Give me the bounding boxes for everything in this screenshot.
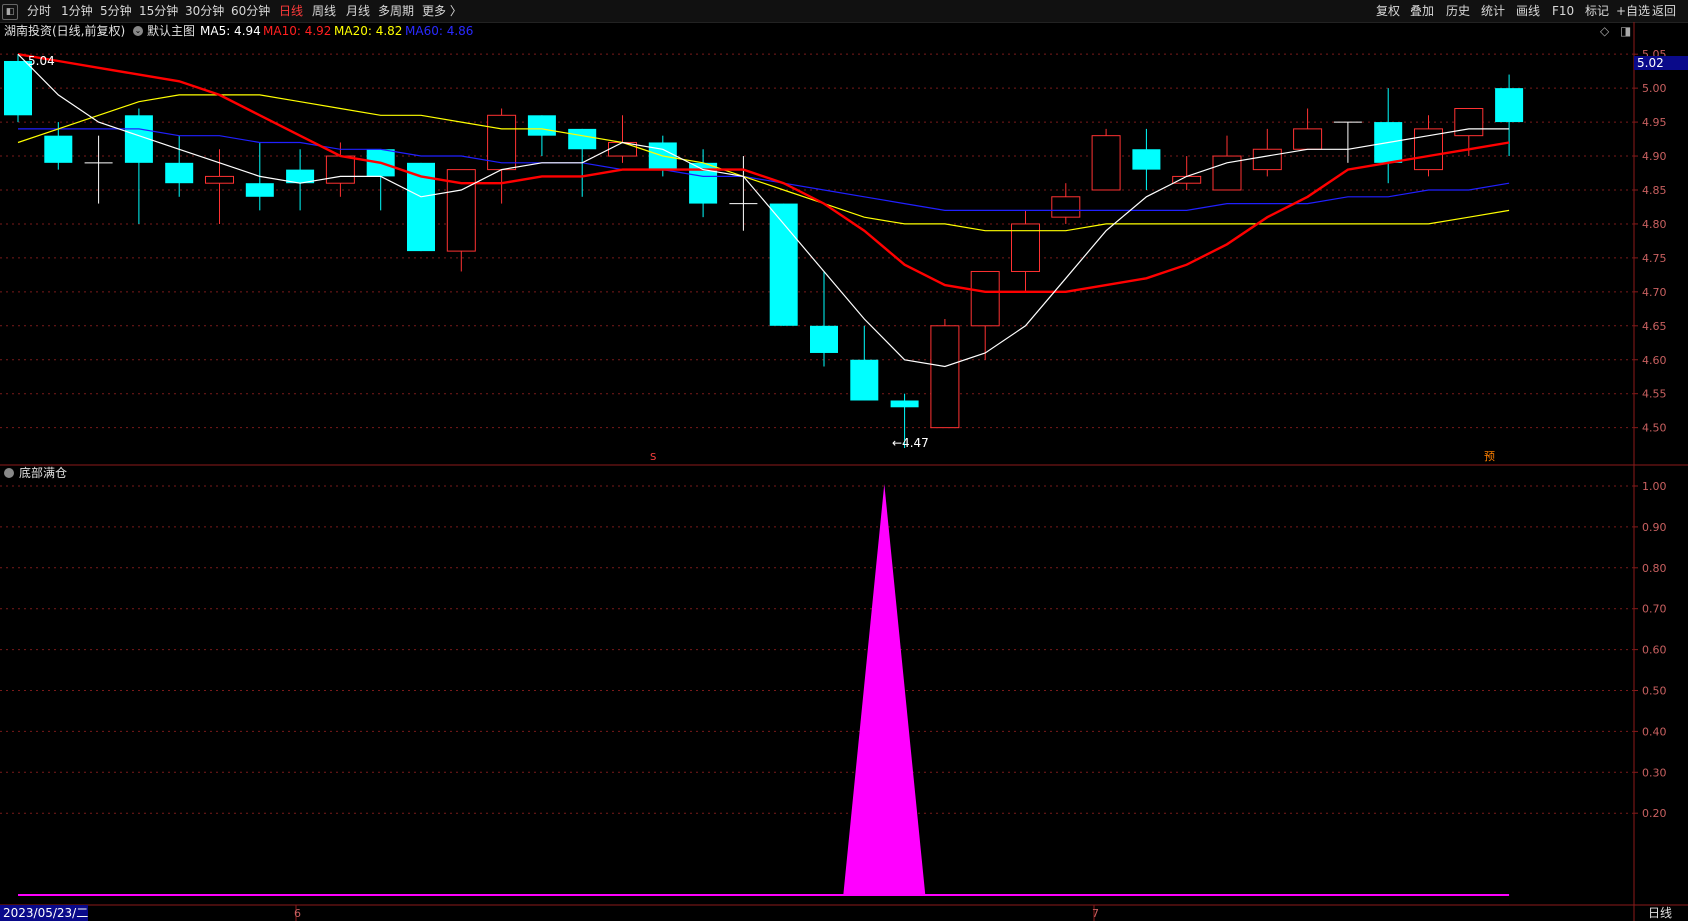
month-6-label: 6 (294, 907, 301, 920)
candle[interactable] (286, 149, 315, 211)
candle-body (44, 135, 73, 163)
candle[interactable] (165, 135, 194, 197)
candle-body (165, 162, 194, 184)
candle[interactable] (689, 149, 718, 218)
price-tick-label: 4.60 (1642, 354, 1667, 367)
indicator-series (18, 484, 1510, 896)
candle[interactable] (487, 108, 517, 204)
ma20-line (17, 94, 1510, 232)
candle[interactable] (124, 108, 153, 224)
indicator-tick-label: 0.30 (1642, 766, 1667, 779)
candle-body (1252, 148, 1282, 171)
low-label: ←4.47 (892, 436, 929, 450)
ma-lines (17, 53, 1510, 368)
candle-body (1132, 149, 1161, 170)
candle-body (1414, 128, 1443, 171)
price-tick-label: 4.50 (1642, 422, 1667, 435)
candle-body (325, 155, 355, 184)
price-tick-label: 4.75 (1642, 252, 1667, 265)
candle[interactable] (1051, 183, 1081, 224)
candle[interactable] (84, 135, 113, 204)
candle[interactable] (1091, 128, 1121, 191)
candle-body (850, 359, 879, 401)
candle-body (568, 128, 597, 150)
indicator-tick-label: 0.60 (1642, 644, 1667, 657)
candle[interactable] (366, 149, 395, 211)
candle-series (4, 54, 1524, 449)
candle[interactable] (1252, 128, 1282, 177)
candle-body (1495, 88, 1524, 123)
candle[interactable] (1414, 115, 1443, 177)
candle-body (769, 203, 798, 326)
candle-body (1051, 196, 1081, 218)
candle[interactable] (1011, 210, 1040, 292)
high-label: 5.04 (28, 54, 55, 68)
candle[interactable] (1132, 128, 1161, 190)
price-tick-label: 4.80 (1642, 218, 1667, 231)
cursor-date: 2023/05/23/二 (3, 906, 88, 920)
candle[interactable] (1374, 88, 1403, 184)
candle-body (205, 175, 234, 184)
price-tick-label: 4.70 (1642, 286, 1667, 299)
indicator-tick-label: 0.70 (1642, 603, 1667, 616)
candle[interactable] (1293, 108, 1323, 150)
candle[interactable] (1333, 121, 1362, 163)
indicator-tick-label: 0.50 (1642, 685, 1667, 698)
ma5-line (17, 53, 1510, 368)
indicator-tick-label: 0.40 (1642, 725, 1667, 738)
candle[interactable] (850, 325, 879, 401)
candle[interactable] (205, 149, 234, 224)
candle-body (1293, 128, 1323, 150)
price-tick-label: 4.65 (1642, 320, 1667, 333)
candle[interactable] (810, 271, 838, 367)
candle[interactable] (729, 156, 758, 231)
price-tick-label: 4.85 (1642, 184, 1667, 197)
candle-body (1091, 135, 1121, 191)
candle-body (970, 270, 1000, 327)
candle[interactable] (769, 203, 798, 326)
indicator-tick-label: 1.00 (1642, 480, 1667, 493)
price-tick-label: 4.55 (1642, 388, 1667, 401)
candle-body (4, 60, 32, 116)
candle[interactable] (930, 319, 960, 429)
indicator-collapse-icon[interactable] (4, 468, 14, 478)
candle[interactable] (527, 115, 556, 157)
candle-body (810, 325, 838, 353)
candle-body (890, 400, 919, 408)
candle-body (930, 325, 960, 429)
indicator-spike (843, 484, 926, 895)
month-7-label: 7 (1092, 907, 1099, 920)
period-label[interactable]: 日线 (1648, 906, 1672, 920)
ma10-line (17, 53, 1510, 293)
chart-area: 5.055.004.954.904.854.804.754.704.654.60… (0, 22, 1688, 921)
indicator-tick-label: 0.20 (1642, 807, 1667, 820)
candle-body (527, 115, 556, 136)
candle-body (1172, 175, 1202, 184)
indicator-tick-label: 0.90 (1642, 521, 1667, 534)
prediction-marker: 预 (1484, 450, 1495, 463)
indicator-name: 底部满仓 (19, 465, 67, 480)
sell-marker: S (650, 452, 656, 463)
indicator-tick-label: 0.80 (1642, 562, 1667, 575)
price-tick-label: 4.95 (1642, 116, 1667, 129)
candle-body (1454, 108, 1484, 137)
candle-body (245, 183, 274, 197)
price-tick-label: 4.90 (1642, 150, 1667, 163)
current-price: 5.02 (1637, 56, 1664, 70)
price-tick-label: 5.00 (1642, 82, 1667, 95)
